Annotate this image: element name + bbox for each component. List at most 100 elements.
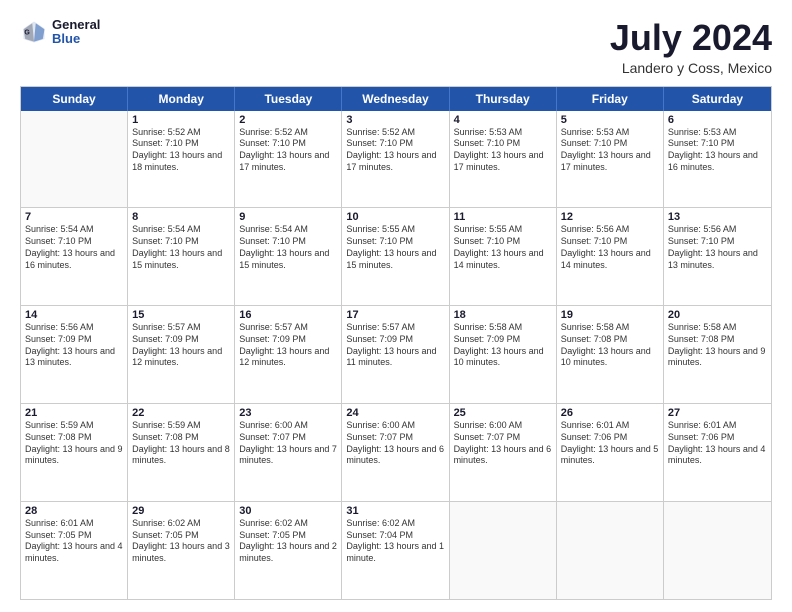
calendar-cell-day-3: 3Sunrise: 5:52 AM Sunset: 7:10 PM Daylig…: [342, 111, 449, 208]
calendar-cell-day-4: 4Sunrise: 5:53 AM Sunset: 7:10 PM Daylig…: [450, 111, 557, 208]
calendar-cell-day-24: 24Sunrise: 6:00 AM Sunset: 7:07 PM Dayli…: [342, 404, 449, 501]
cell-sun-info: Sunrise: 6:02 AM Sunset: 7:04 PM Dayligh…: [346, 518, 444, 565]
day-number: 21: [25, 407, 123, 419]
calendar-cell-day-2: 2Sunrise: 5:52 AM Sunset: 7:10 PM Daylig…: [235, 111, 342, 208]
cell-sun-info: Sunrise: 5:57 AM Sunset: 7:09 PM Dayligh…: [132, 322, 230, 369]
calendar-row-1: 1Sunrise: 5:52 AM Sunset: 7:10 PM Daylig…: [21, 111, 771, 209]
calendar-row-2: 7Sunrise: 5:54 AM Sunset: 7:10 PM Daylig…: [21, 208, 771, 306]
header-day-monday: Monday: [128, 87, 235, 111]
page: G General Blue July 2024 Landero y Coss,…: [0, 0, 792, 612]
cell-sun-info: Sunrise: 6:02 AM Sunset: 7:05 PM Dayligh…: [132, 518, 230, 565]
logo-icon: G: [20, 18, 48, 46]
location: Landero y Coss, Mexico: [610, 60, 772, 76]
header-day-sunday: Sunday: [21, 87, 128, 111]
calendar-row-4: 21Sunrise: 5:59 AM Sunset: 7:08 PM Dayli…: [21, 404, 771, 502]
calendar: SundayMondayTuesdayWednesdayThursdayFrid…: [20, 86, 772, 600]
day-number: 19: [561, 309, 659, 321]
day-number: 6: [668, 114, 767, 126]
logo-line1: General: [52, 18, 100, 32]
header: G General Blue July 2024 Landero y Coss,…: [20, 18, 772, 76]
day-number: 8: [132, 211, 230, 223]
cell-sun-info: Sunrise: 6:00 AM Sunset: 7:07 PM Dayligh…: [239, 420, 337, 467]
cell-sun-info: Sunrise: 5:59 AM Sunset: 7:08 PM Dayligh…: [25, 420, 123, 467]
calendar-cell-day-15: 15Sunrise: 5:57 AM Sunset: 7:09 PM Dayli…: [128, 306, 235, 403]
calendar-cell-day-23: 23Sunrise: 6:00 AM Sunset: 7:07 PM Dayli…: [235, 404, 342, 501]
cell-sun-info: Sunrise: 5:59 AM Sunset: 7:08 PM Dayligh…: [132, 420, 230, 467]
calendar-cell-day-9: 9Sunrise: 5:54 AM Sunset: 7:10 PM Daylig…: [235, 208, 342, 305]
calendar-cell-day-31: 31Sunrise: 6:02 AM Sunset: 7:04 PM Dayli…: [342, 502, 449, 599]
cell-sun-info: Sunrise: 5:54 AM Sunset: 7:10 PM Dayligh…: [25, 224, 123, 271]
calendar-cell-empty: [21, 111, 128, 208]
calendar-cell-day-20: 20Sunrise: 5:58 AM Sunset: 7:08 PM Dayli…: [664, 306, 771, 403]
day-number: 9: [239, 211, 337, 223]
month-year: July 2024: [610, 18, 772, 58]
calendar-cell-day-28: 28Sunrise: 6:01 AM Sunset: 7:05 PM Dayli…: [21, 502, 128, 599]
cell-sun-info: Sunrise: 5:58 AM Sunset: 7:08 PM Dayligh…: [561, 322, 659, 369]
day-number: 11: [454, 211, 552, 223]
cell-sun-info: Sunrise: 5:53 AM Sunset: 7:10 PM Dayligh…: [668, 127, 767, 174]
svg-text:G: G: [24, 30, 30, 37]
calendar-cell-empty: [664, 502, 771, 599]
calendar-row-3: 14Sunrise: 5:56 AM Sunset: 7:09 PM Dayli…: [21, 306, 771, 404]
calendar-cell-day-14: 14Sunrise: 5:56 AM Sunset: 7:09 PM Dayli…: [21, 306, 128, 403]
calendar-cell-day-8: 8Sunrise: 5:54 AM Sunset: 7:10 PM Daylig…: [128, 208, 235, 305]
cell-sun-info: Sunrise: 5:56 AM Sunset: 7:10 PM Dayligh…: [668, 224, 767, 271]
header-day-thursday: Thursday: [450, 87, 557, 111]
day-number: 13: [668, 211, 767, 223]
cell-sun-info: Sunrise: 5:52 AM Sunset: 7:10 PM Dayligh…: [239, 127, 337, 174]
calendar-cell-day-6: 6Sunrise: 5:53 AM Sunset: 7:10 PM Daylig…: [664, 111, 771, 208]
cell-sun-info: Sunrise: 6:01 AM Sunset: 7:05 PM Dayligh…: [25, 518, 123, 565]
calendar-cell-day-19: 19Sunrise: 5:58 AM Sunset: 7:08 PM Dayli…: [557, 306, 664, 403]
cell-sun-info: Sunrise: 5:54 AM Sunset: 7:10 PM Dayligh…: [239, 224, 337, 271]
cell-sun-info: Sunrise: 6:00 AM Sunset: 7:07 PM Dayligh…: [454, 420, 552, 467]
calendar-cell-empty: [557, 502, 664, 599]
cell-sun-info: Sunrise: 5:57 AM Sunset: 7:09 PM Dayligh…: [239, 322, 337, 369]
cell-sun-info: Sunrise: 5:57 AM Sunset: 7:09 PM Dayligh…: [346, 322, 444, 369]
header-day-wednesday: Wednesday: [342, 87, 449, 111]
header-day-friday: Friday: [557, 87, 664, 111]
cell-sun-info: Sunrise: 6:01 AM Sunset: 7:06 PM Dayligh…: [561, 420, 659, 467]
day-number: 12: [561, 211, 659, 223]
calendar-cell-day-10: 10Sunrise: 5:55 AM Sunset: 7:10 PM Dayli…: [342, 208, 449, 305]
cell-sun-info: Sunrise: 5:52 AM Sunset: 7:10 PM Dayligh…: [132, 127, 230, 174]
calendar-body: 1Sunrise: 5:52 AM Sunset: 7:10 PM Daylig…: [21, 111, 771, 599]
cell-sun-info: Sunrise: 5:56 AM Sunset: 7:10 PM Dayligh…: [561, 224, 659, 271]
calendar-cell-day-26: 26Sunrise: 6:01 AM Sunset: 7:06 PM Dayli…: [557, 404, 664, 501]
cell-sun-info: Sunrise: 5:56 AM Sunset: 7:09 PM Dayligh…: [25, 322, 123, 369]
cell-sun-info: Sunrise: 5:58 AM Sunset: 7:08 PM Dayligh…: [668, 322, 767, 369]
calendar-cell-day-30: 30Sunrise: 6:02 AM Sunset: 7:05 PM Dayli…: [235, 502, 342, 599]
calendar-header: SundayMondayTuesdayWednesdayThursdayFrid…: [21, 87, 771, 111]
day-number: 20: [668, 309, 767, 321]
cell-sun-info: Sunrise: 5:53 AM Sunset: 7:10 PM Dayligh…: [454, 127, 552, 174]
day-number: 2: [239, 114, 337, 126]
cell-sun-info: Sunrise: 6:01 AM Sunset: 7:06 PM Dayligh…: [668, 420, 767, 467]
day-number: 29: [132, 505, 230, 517]
calendar-cell-day-27: 27Sunrise: 6:01 AM Sunset: 7:06 PM Dayli…: [664, 404, 771, 501]
cell-sun-info: Sunrise: 5:52 AM Sunset: 7:10 PM Dayligh…: [346, 127, 444, 174]
cell-sun-info: Sunrise: 5:58 AM Sunset: 7:09 PM Dayligh…: [454, 322, 552, 369]
logo: G General Blue: [20, 18, 100, 47]
day-number: 23: [239, 407, 337, 419]
calendar-cell-day-25: 25Sunrise: 6:00 AM Sunset: 7:07 PM Dayli…: [450, 404, 557, 501]
cell-sun-info: Sunrise: 5:55 AM Sunset: 7:10 PM Dayligh…: [454, 224, 552, 271]
day-number: 28: [25, 505, 123, 517]
calendar-cell-day-12: 12Sunrise: 5:56 AM Sunset: 7:10 PM Dayli…: [557, 208, 664, 305]
cell-sun-info: Sunrise: 5:54 AM Sunset: 7:10 PM Dayligh…: [132, 224, 230, 271]
cell-sun-info: Sunrise: 6:00 AM Sunset: 7:07 PM Dayligh…: [346, 420, 444, 467]
calendar-cell-day-18: 18Sunrise: 5:58 AM Sunset: 7:09 PM Dayli…: [450, 306, 557, 403]
calendar-cell-day-29: 29Sunrise: 6:02 AM Sunset: 7:05 PM Dayli…: [128, 502, 235, 599]
day-number: 18: [454, 309, 552, 321]
logo-line2: Blue: [52, 32, 100, 46]
calendar-cell-day-22: 22Sunrise: 5:59 AM Sunset: 7:08 PM Dayli…: [128, 404, 235, 501]
cell-sun-info: Sunrise: 5:53 AM Sunset: 7:10 PM Dayligh…: [561, 127, 659, 174]
day-number: 17: [346, 309, 444, 321]
header-day-saturday: Saturday: [664, 87, 771, 111]
calendar-row-5: 28Sunrise: 6:01 AM Sunset: 7:05 PM Dayli…: [21, 502, 771, 599]
day-number: 16: [239, 309, 337, 321]
cell-sun-info: Sunrise: 6:02 AM Sunset: 7:05 PM Dayligh…: [239, 518, 337, 565]
day-number: 30: [239, 505, 337, 517]
calendar-cell-day-7: 7Sunrise: 5:54 AM Sunset: 7:10 PM Daylig…: [21, 208, 128, 305]
day-number: 15: [132, 309, 230, 321]
day-number: 3: [346, 114, 444, 126]
day-number: 14: [25, 309, 123, 321]
